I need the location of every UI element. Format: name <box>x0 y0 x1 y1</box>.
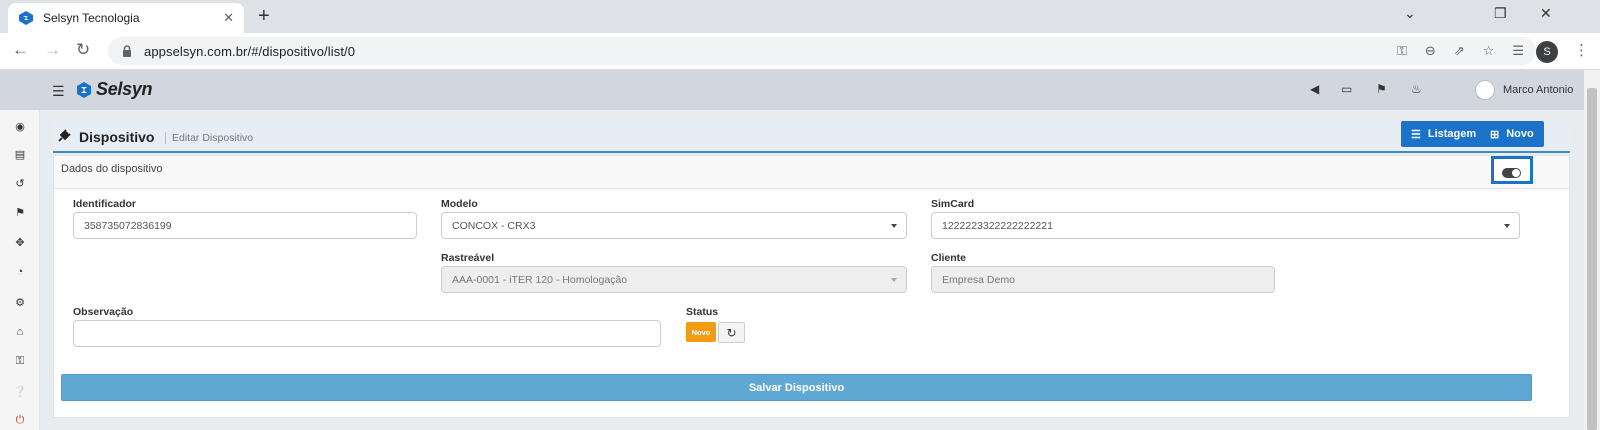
selsyn-logo-icon <box>77 81 91 98</box>
cliente-value: Empresa Demo <box>942 273 1015 286</box>
bullhorn-icon[interactable]: ⚑ <box>13 206 27 220</box>
key-icon[interactable]: ⚿ <box>1397 43 1407 59</box>
back-arrow-icon[interactable]: ← <box>12 39 29 61</box>
window-close-icon[interactable]: ✕ <box>1540 5 1552 22</box>
reload-icon[interactable]: ↻ <box>76 39 90 61</box>
cliente-label: Cliente <box>931 252 967 264</box>
simcard-value: 1222223322222222221 <box>942 219 1053 232</box>
history-icon[interactable]: ↺ <box>13 177 27 191</box>
plus-square-icon: ⊞ <box>1490 128 1500 141</box>
toggle-knob <box>1512 169 1520 177</box>
tab-close-icon[interactable]: ✕ <box>223 10 234 26</box>
new-tab-icon[interactable]: + <box>258 5 270 27</box>
modelo-value: CONCOX - CRX3 <box>452 219 536 232</box>
status-badge: Novo <box>686 322 716 342</box>
new-button-label: Novo <box>1506 128 1534 140</box>
scrollbar-thumb[interactable] <box>1587 88 1597 430</box>
observacao-input[interactable] <box>73 320 661 347</box>
rastreavel-select: AAA-0001 - iTER 120 - Homologação <box>441 266 907 293</box>
forward-arrow-icon[interactable]: → <box>44 39 61 61</box>
key-icon[interactable]: ⚿ <box>13 355 27 369</box>
section-toggle[interactable] <box>1491 156 1533 184</box>
bell-icon[interactable]: ♨ <box>1411 82 1422 96</box>
section-title: Dados do dispositivo <box>61 163 163 175</box>
identificador-value: 358735072836199 <box>84 219 172 232</box>
list-button-label: Listagem <box>1427 128 1477 140</box>
hamburger-menu-icon[interactable]: ☰ <box>52 83 65 100</box>
caret-left-icon[interactable]: ◀ <box>1310 82 1319 96</box>
app-header: ☰ Selsyn ◀ ▭ ⚑ ♨ Marco Antonio <box>0 70 1584 110</box>
simcard-select[interactable]: 1222223322222222221 <box>931 212 1520 239</box>
user-avatar <box>1475 80 1495 100</box>
user-name: Marco Antonio <box>1503 84 1574 96</box>
crosshairs-icon[interactable]: ✥ <box>13 236 27 250</box>
media-queue-icon[interactable]: ☰ <box>1512 43 1524 59</box>
rastreavel-label: Rastreável <box>441 252 495 264</box>
share-icon[interactable]: ⇗ <box>1454 43 1465 59</box>
page-header: Dispositivo Editar Dispositivo ☰ Listage… <box>53 121 1570 153</box>
minimize-icon[interactable]: ⌄ <box>1404 5 1416 22</box>
zoom-out-icon[interactable]: ⊖ <box>1425 43 1436 59</box>
url-text: appselsyn.com.br/#/dispositivo/list/0 <box>144 43 356 59</box>
simcard-label: SimCard <box>931 198 975 210</box>
brand-name: Selsyn <box>96 79 153 99</box>
chevron-down-icon <box>891 278 897 282</box>
cogs-icon[interactable]: ⚙ <box>13 296 27 310</box>
device-form-panel: Dados do dispositivo Identificador 35873… <box>53 155 1570 418</box>
status-refresh-button[interactable]: ↻ <box>718 322 745 343</box>
lock-icon <box>123 45 131 57</box>
new-button[interactable]: ⊞ Novo <box>1480 121 1544 147</box>
list-button[interactable]: ☰ Listagem <box>1401 121 1487 147</box>
cliente-input: Empresa Demo <box>931 266 1275 293</box>
identificador-label: Identificador <box>73 198 137 210</box>
page-scrollbar[interactable] <box>1584 70 1600 430</box>
browser-toolbar: ← → ↻ appselsyn.com.br/#/dispositivo/lis… <box>0 33 1600 70</box>
left-sidebar: ◉ ▤ ↺ ⚑ ✥ ◔ ⚙ ⌂ ⚿ ❔ ⏻ <box>0 110 40 430</box>
browser-tab[interactable]: Selsyn Tecnologia ✕ <box>8 3 244 33</box>
restore-icon[interactable]: ❐ <box>1494 5 1507 22</box>
address-bar[interactable]: appselsyn.com.br/#/dispositivo/list/0 ⚿ … <box>108 37 1536 65</box>
identificador-input[interactable]: 358735072836199 <box>73 212 417 239</box>
question-icon[interactable]: ❔ <box>13 385 27 399</box>
dashboard-icon[interactable]: ◉ <box>13 120 27 134</box>
brand-logo[interactable]: Selsyn <box>76 79 153 100</box>
list-icon: ☰ <box>1411 128 1421 141</box>
bank-icon[interactable]: ⌂ <box>13 326 27 340</box>
modelo-select[interactable]: CONCOX - CRX3 <box>441 212 907 239</box>
observacao-label: Observação <box>73 306 134 318</box>
save-device-button[interactable]: Salvar Dispositivo <box>61 374 1532 401</box>
section-header: Dados do dispositivo <box>54 156 1569 189</box>
page-subtitle: Editar Dispositivo <box>165 132 253 144</box>
page-title: Dispositivo <box>79 129 155 145</box>
bullhorn-icon[interactable]: ⚑ <box>1376 82 1387 96</box>
plug-icon <box>58 129 71 142</box>
modelo-label: Modelo <box>441 198 478 210</box>
chevron-down-icon <box>1504 224 1510 228</box>
user-menu[interactable]: Marco Antonio <box>1475 80 1573 100</box>
monitor-icon[interactable]: ▭ <box>1341 82 1352 96</box>
browser-tab-bar: Selsyn Tecnologia ✕ + ⌄ ❐ ✕ <box>0 0 1600 33</box>
browser-menu-icon[interactable]: ⋮ <box>1574 41 1589 59</box>
selsyn-favicon-icon <box>19 11 33 25</box>
map-icon[interactable]: ▤ <box>13 148 27 162</box>
refresh-icon: ↻ <box>726 325 737 340</box>
chevron-down-icon <box>891 224 897 228</box>
tab-title: Selsyn Tecnologia <box>43 11 140 25</box>
bookmark-star-icon[interactable]: ☆ <box>1483 43 1495 59</box>
pie-chart-icon[interactable]: ◔ <box>13 266 27 280</box>
power-icon[interactable]: ⏻ <box>13 414 27 428</box>
profile-avatar[interactable]: S <box>1536 41 1558 63</box>
rastreavel-value: AAA-0001 - iTER 120 - Homologação <box>452 273 628 286</box>
status-label: Status <box>686 306 719 318</box>
